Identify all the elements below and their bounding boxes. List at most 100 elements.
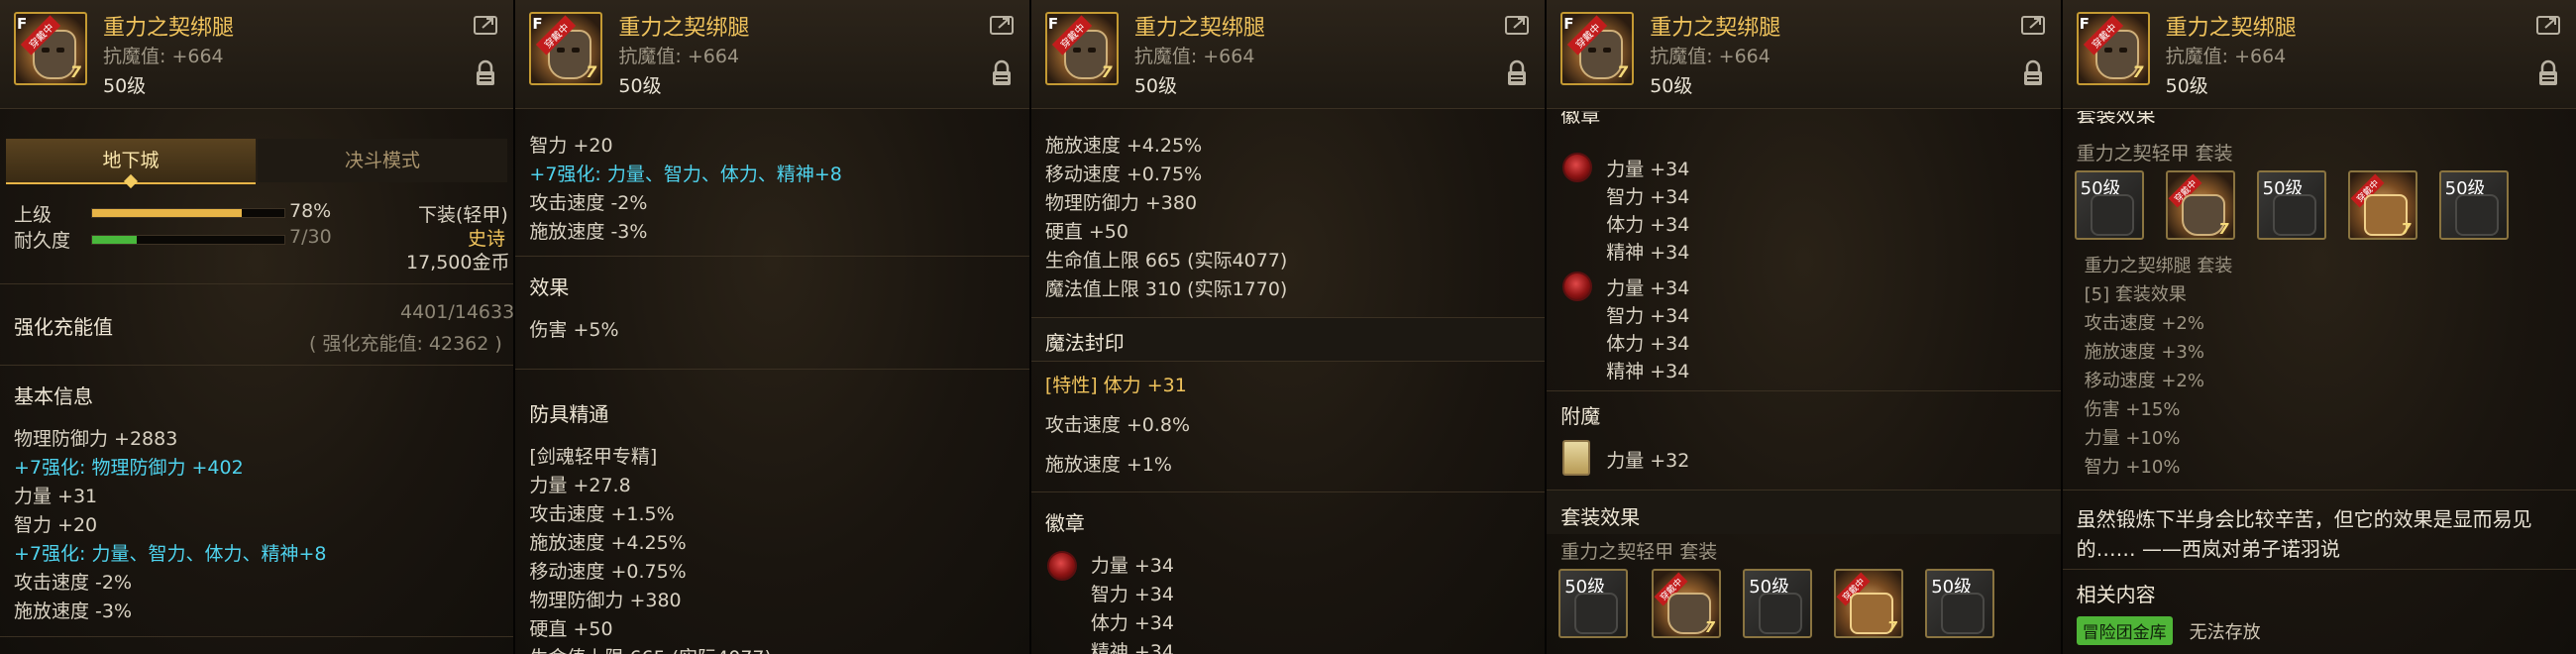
- enchant-header: 附魔: [1560, 404, 1601, 428]
- grade-letter: F: [17, 15, 28, 33]
- stat-line: +7强化: 力量、智力、体力、精神+8: [529, 164, 842, 185]
- divider: [1547, 390, 2061, 391]
- set-item-slot-equipped[interactable]: 穿戴中 7: [2165, 170, 2235, 240]
- red-emblem-icon[interactable]: [1562, 272, 1593, 301]
- item-level: 50级: [2165, 75, 2208, 97]
- item-icon[interactable]: F 穿戴中 7: [1560, 12, 1635, 85]
- set-effect-header-cut: 套装效果: [2076, 111, 2156, 125]
- refine-digit: 7: [2401, 220, 2412, 238]
- divider: [515, 369, 1029, 370]
- divider: [0, 365, 514, 366]
- armor-piece: [1941, 593, 1986, 634]
- lock-icon[interactable]: [474, 59, 497, 87]
- lock-icon[interactable]: [2021, 59, 2045, 87]
- seal-line: [特性] 体力 +31: [1044, 375, 1187, 396]
- enchant-card-icon[interactable]: [1562, 440, 1591, 476]
- refine-digit: 7: [2132, 62, 2144, 81]
- set-item-slot[interactable]: 50级: [2256, 170, 2326, 240]
- item-icon[interactable]: F 穿戴中 7: [2076, 12, 2150, 85]
- emblem-line: 精神 +34: [1606, 242, 1690, 264]
- refine-digit: 7: [69, 62, 81, 81]
- emblem-line: 力量 +34: [1606, 277, 1690, 299]
- enchant-line: 力量 +32: [1606, 450, 1690, 472]
- stat-line: 攻击速度 -2%: [14, 572, 133, 594]
- set-item-slot[interactable]: 50级: [2438, 170, 2509, 240]
- emblem-line: 体力 +34: [1606, 214, 1690, 236]
- mastery-line: 攻击速度 +1.5%: [529, 503, 675, 525]
- item-icon[interactable]: F 穿戴中 7: [1044, 12, 1119, 85]
- mastery-line: 物理防御力 +380: [529, 590, 682, 611]
- refine-digit: 7: [586, 62, 597, 81]
- charge-label: 强化充能值: [14, 315, 113, 339]
- grade-letter: F: [1047, 15, 1059, 33]
- bonus-line: 移动速度 +2%: [2084, 371, 2204, 391]
- stat-line: +7强化: 力量、智力、体力、精神+8: [14, 543, 327, 565]
- stat-line: 物理防御力 +380: [1044, 192, 1198, 214]
- mastery-line: 移动速度 +0.75%: [529, 561, 687, 583]
- share-icon[interactable]: [2536, 14, 2562, 36]
- item-header: F 穿戴中 7 重力之契绑腿 抗魔值: +664 50级: [1030, 0, 1546, 109]
- magic-resist: 抗魔值: +664: [618, 46, 740, 67]
- emblem-line: 体力 +34: [1090, 612, 1174, 634]
- effect-header: 效果: [529, 275, 570, 299]
- grade-letter: F: [532, 15, 543, 33]
- red-emblem-icon[interactable]: [1046, 551, 1077, 581]
- lock-icon[interactable]: [1505, 59, 1529, 87]
- durability-value: 7/30: [289, 226, 332, 248]
- tooltip-panel-2: F 穿戴中 7 重力之契绑腿 抗魔值: +664 50级 智力 +20 +7强化…: [515, 0, 1031, 654]
- set-item-slot[interactable]: 50级: [1558, 569, 1629, 638]
- armor-piece: [2090, 194, 2134, 236]
- lock-icon[interactable]: [2536, 59, 2560, 87]
- seal-header: 魔法封印: [1044, 331, 1125, 355]
- refine-digit: 7: [1704, 618, 1716, 636]
- eye: [56, 48, 64, 53]
- emblem-line: 力量 +34: [1090, 555, 1174, 577]
- share-icon[interactable]: [989, 14, 1016, 36]
- item-header: F 穿戴中 7 重力之契绑腿 抗魔值: +664 50级: [1547, 0, 2061, 109]
- item-header: F 穿戴中 7 重力之契绑腿 抗魔值: +664 50级: [2062, 0, 2576, 109]
- stat-line: +7强化: 物理防御力 +402: [14, 457, 244, 479]
- set-item-slot[interactable]: 50级: [1925, 569, 1995, 638]
- magic-resist: 抗魔值: +664: [1650, 46, 1771, 67]
- eye: [42, 48, 50, 53]
- set-item-slot-equipped[interactable]: 穿戴中 7: [2347, 170, 2417, 240]
- mastery-line: 施放速度 +4.25%: [529, 532, 687, 554]
- share-icon[interactable]: [1505, 14, 1531, 36]
- bonus-line: 施放速度 +3%: [2084, 342, 2204, 363]
- tooltip-panel-5: F 穿戴中 7 重力之契绑腿 抗魔值: +664 50级 套装效果 重力之契轻甲…: [2062, 0, 2576, 654]
- divider: [1030, 361, 1546, 362]
- basic-info-header: 基本信息: [14, 384, 93, 408]
- red-emblem-icon[interactable]: [1562, 153, 1593, 182]
- bonus-line: 智力 +10%: [2084, 457, 2181, 478]
- share-icon[interactable]: [2020, 14, 2047, 36]
- set-title: 重力之契绑腿 套装: [2084, 256, 2233, 276]
- divider: [515, 256, 1029, 257]
- related-note: 无法存放: [2189, 622, 2261, 643]
- armor-piece: [2272, 194, 2316, 236]
- item-icon[interactable]: F 穿戴中 7: [529, 12, 603, 85]
- lock-icon[interactable]: [990, 59, 1014, 87]
- item-icon[interactable]: F 穿戴中 7: [14, 12, 87, 85]
- eye: [2103, 48, 2112, 53]
- set-item-slot-equipped[interactable]: 穿戴中 7: [1834, 569, 1904, 638]
- durability-bar-fill: [92, 236, 138, 244]
- slot-type: 下装(轻甲): [418, 204, 508, 226]
- eye: [557, 48, 566, 53]
- share-icon[interactable]: [474, 14, 499, 36]
- tab-duel[interactable]: 决斗模式: [258, 139, 507, 182]
- item-header: F 穿戴中 7 重力之契绑腿 抗魔值: +664 50级: [0, 0, 514, 109]
- stat-line: 施放速度 -3%: [529, 221, 648, 243]
- grade-letter: F: [1563, 15, 1574, 33]
- mode-tabs: 地下城 决斗模式: [6, 139, 509, 189]
- set-item-slot[interactable]: 50级: [1743, 569, 1813, 638]
- divider: [1030, 491, 1546, 492]
- set-item-slot[interactable]: 50级: [2074, 170, 2144, 240]
- emblem-header-cut: 徽章: [1560, 111, 1601, 125]
- tooltip-panel-1: F 穿戴中 7 重力之契绑腿 抗魔值: +664 50级 地下城 决斗模式 上级…: [0, 0, 516, 654]
- bonus-line: 力量 +10%: [2084, 428, 2181, 449]
- emblem-line: 智力 +34: [1606, 305, 1690, 327]
- item-header: F 穿戴中 7 重力之契绑腿 抗魔值: +664 50级: [515, 0, 1029, 109]
- stat-line: 物理防御力 +2883: [14, 428, 178, 450]
- set-item-slot-equipped[interactable]: 穿戴中 7: [1652, 569, 1722, 638]
- eye: [1087, 48, 1096, 53]
